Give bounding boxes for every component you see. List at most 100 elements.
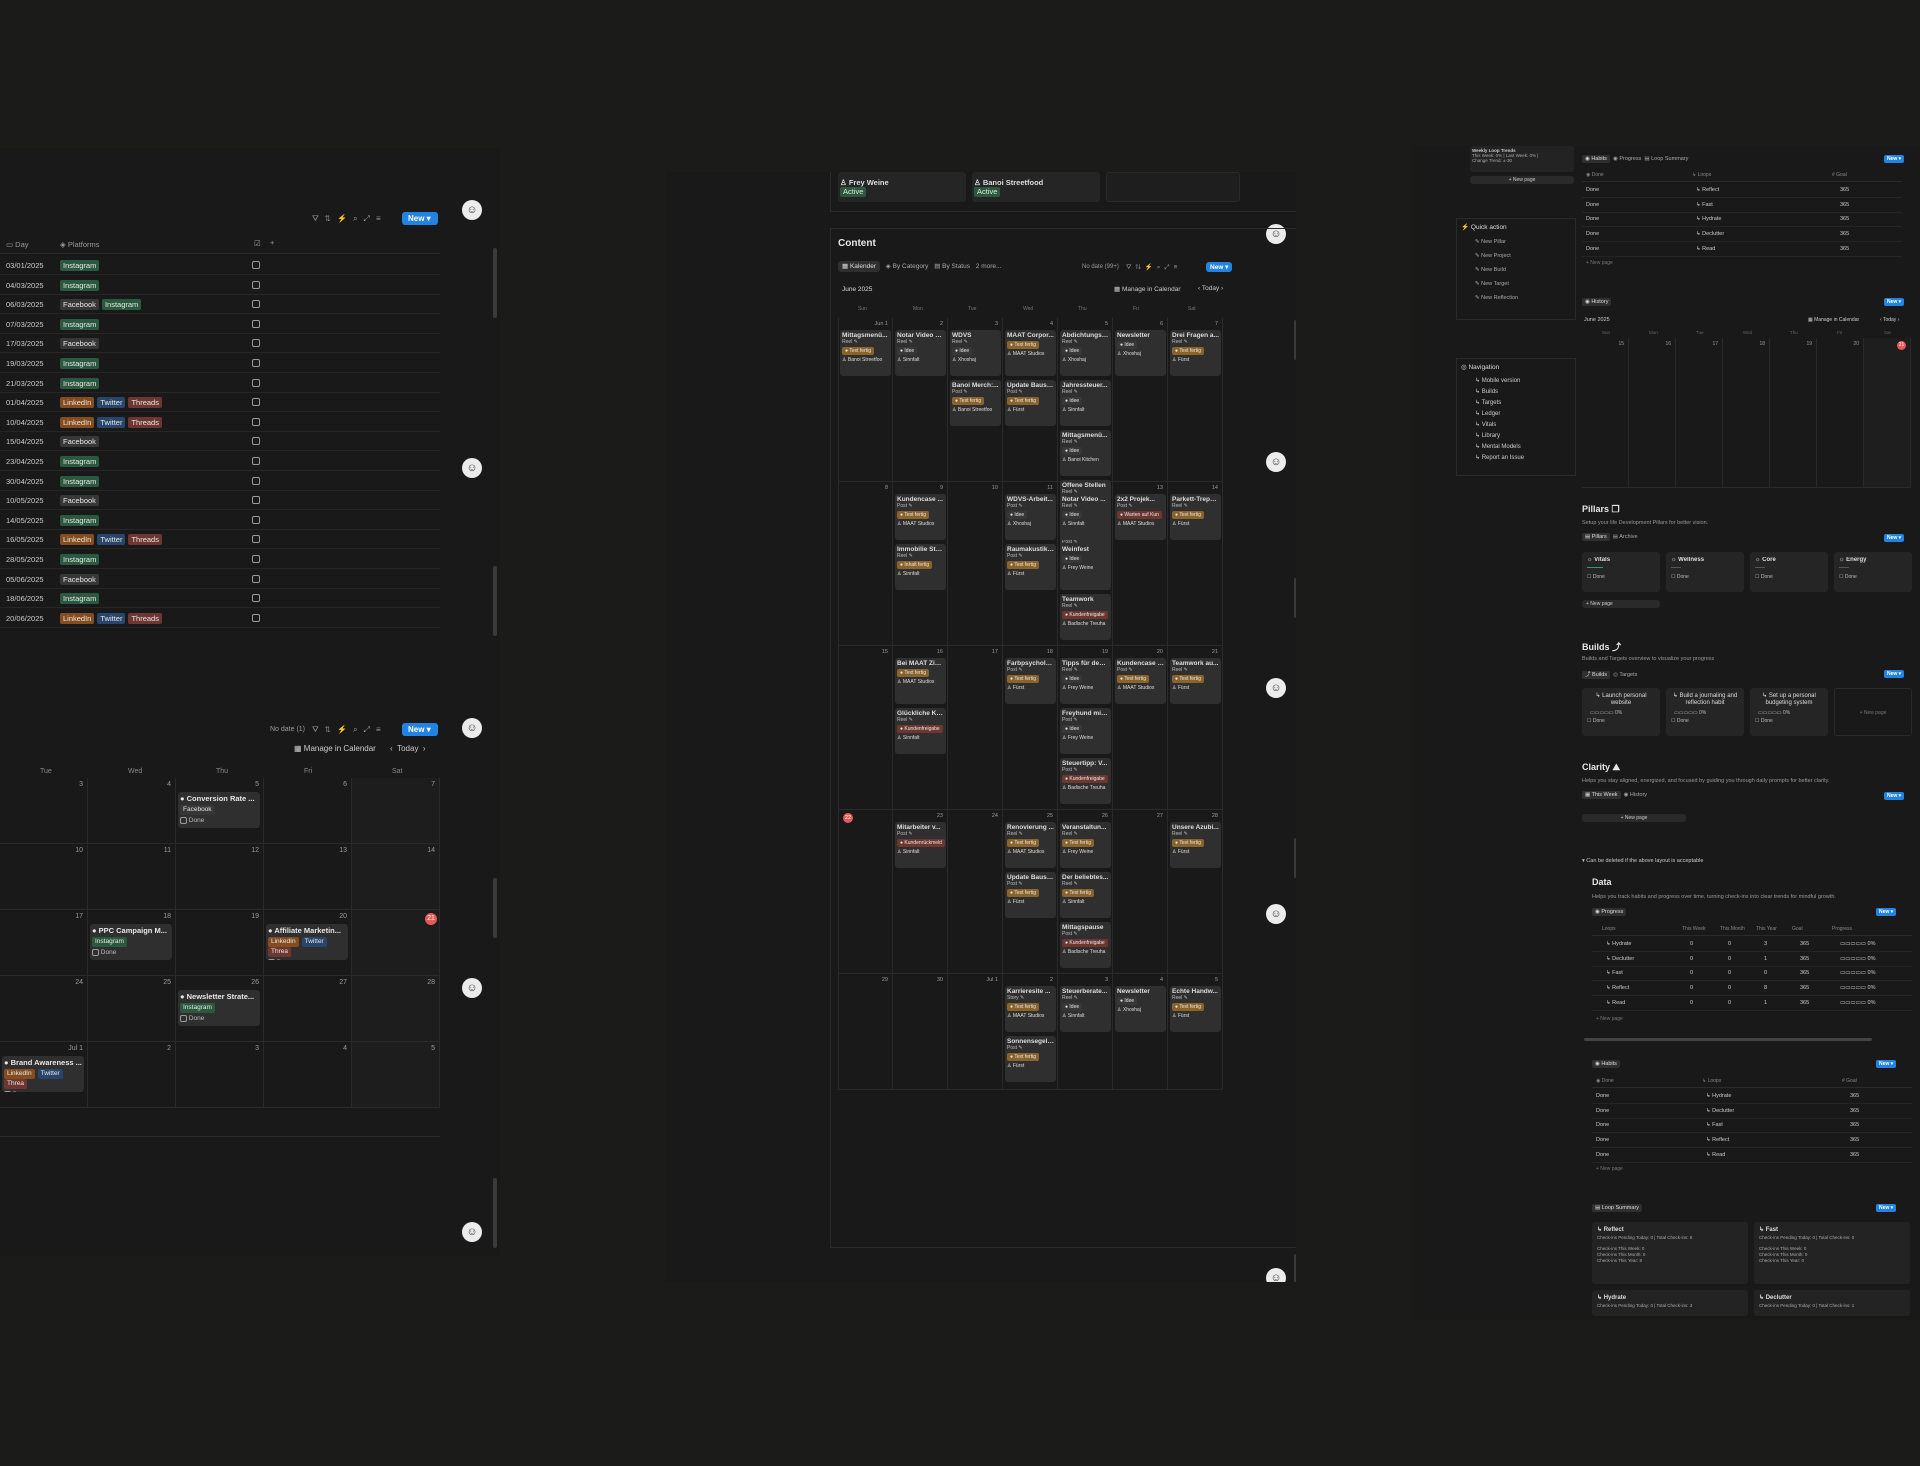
loop-summary-tab[interactable]: ▤ Loop Summary [1592, 1204, 1643, 1212]
calendar-day[interactable]: 30 [893, 974, 948, 1090]
tab-progress[interactable]: ◉ Progress [1611, 156, 1641, 162]
checkbox[interactable] [252, 535, 260, 544]
nav-item[interactable]: ↳ Report an Issue [1457, 452, 1575, 463]
content-card[interactable]: Teamwork au... Reel ✎ ● Text fertig ♙ Fürst [1170, 658, 1221, 704]
avatar-4[interactable]: ☺ [462, 978, 482, 998]
checkbox[interactable] [252, 280, 260, 289]
nav-item[interactable]: ↳ Ledger [1457, 408, 1575, 419]
loop-card[interactable]: ↳ Hydrate Check-ins Pending Today: 0 | To… [1592, 1290, 1748, 1316]
calendar-day[interactable]: 10 [0, 844, 88, 910]
tab-pillars[interactable]: ▤ Pillars [1582, 533, 1610, 541]
event-card[interactable]: ● Newsletter Strate... Instagram Done [178, 990, 260, 1026]
done-checkbox[interactable]: Done [268, 959, 346, 960]
calendar-day[interactable]: 14 [352, 844, 440, 910]
calendar-day[interactable]: 17 [0, 910, 88, 976]
checkbox[interactable] [252, 417, 260, 426]
table-row[interactable]: 16/05/2025 LinkedIn Twitter Threads [0, 530, 440, 550]
nav-item[interactable]: ↳ Builds [1457, 386, 1575, 397]
checkbox[interactable] [252, 319, 260, 328]
build-new-page[interactable]: + New page [1834, 688, 1912, 736]
content-card[interactable]: Immobilie Sta... Reel ✎ ● Inhalt fertig ♙ S… [895, 544, 946, 590]
pillar-card[interactable]: ☼ Core ☐ Done [1750, 552, 1828, 592]
checkbox[interactable] [252, 300, 260, 309]
content-card[interactable]: Weinfest ● Idee ♙ Frey Weine [1060, 544, 1111, 590]
pillar-card[interactable]: ☼ Vitals ☐ Done [1582, 552, 1660, 592]
toggle-block[interactable]: ▾ Can be deleted if the above layout is … [1582, 858, 1703, 864]
calendar-day[interactable]: 24 [0, 976, 88, 1042]
table-row[interactable]: 23/04/2025 Instagram [0, 452, 440, 471]
tab-kalender[interactable]: ▦ Kalender [838, 261, 880, 272]
tab-habits[interactable]: ◉ Habits [1582, 155, 1610, 163]
scrollbar-6[interactable] [1294, 578, 1296, 618]
project-card-banoi[interactable]: ♙ Banoi Streetfood Active [972, 172, 1100, 202]
calendar-day[interactable]: Jul 1 [948, 974, 1003, 1090]
checkbox[interactable] [180, 817, 187, 824]
nav-item[interactable]: ↳ Vitals [1457, 419, 1575, 430]
data-row[interactable]: ↳ Declutter 0 0 1 365 ▭▭▭▭▭ 0% [1592, 953, 1912, 967]
table-row[interactable]: 04/03/2025 Instagram [0, 276, 440, 295]
calendar-day[interactable]: 3 [0, 778, 88, 844]
new-button-loop[interactable]: New ▾ [1876, 1204, 1897, 1212]
habit-row[interactable]: Done ↳ Declutter 365 [1582, 228, 1902, 243]
habit-row[interactable]: Done ↳ Reflect 365 [1582, 184, 1902, 198]
habit-row[interactable]: Done ↳ Hydrate 365 [1592, 1090, 1912, 1104]
table-row[interactable]: 07/03/2025 Instagram [0, 315, 440, 334]
content-card[interactable]: Unsere Azubi... Reel ✎ ● Text fertig ♙ Fürs… [1170, 822, 1221, 868]
pillar-card[interactable]: ☼ Energy ☐ Done [1834, 552, 1912, 592]
calendar-day[interactable]: 19 [176, 910, 264, 976]
habit-row[interactable]: Done ↳ Fast 365 [1592, 1119, 1912, 1134]
calendar-day[interactable]: 22 [838, 810, 893, 974]
build-card[interactable]: ↳ Build a journaling and reflection habi… [1666, 688, 1744, 736]
table-row[interactable]: 21/03/2025 Instagram [0, 374, 440, 393]
checkbox[interactable] [252, 398, 260, 407]
loop-card[interactable]: ↳ Reflect Check-ins Pending Today: 0 | To… [1592, 1222, 1748, 1284]
data-row[interactable]: ↳ Hydrate 0 0 3 365 ▭▭▭▭▭ 0% [1592, 938, 1912, 952]
avatar-3[interactable]: ☺ [462, 718, 482, 738]
habit-row[interactable]: Done ↳ Read 365 [1592, 1149, 1912, 1163]
manage-calendar-button[interactable]: ▦ Manage in Calendar [294, 744, 376, 753]
history-manage[interactable]: ▦ Manage in Calendar [1808, 317, 1859, 323]
content-card[interactable]: Mittagspause Post ✎ ● Kundenfreigabe ♙ Badi… [1060, 922, 1111, 968]
checkbox[interactable] [4, 1091, 11, 1092]
event-card[interactable]: ● Conversion Rate ... Facebook Done [178, 792, 260, 828]
table-row[interactable]: 05/06/2025 Facebook [0, 570, 440, 589]
nav-item[interactable]: ↳ Targets [1457, 397, 1575, 408]
pillar-card[interactable]: ☼ Wellness ☐ Done [1666, 552, 1744, 592]
calendar-day[interactable]: 3 [176, 1042, 264, 1108]
content-card[interactable]: Echte Handw... Reel ✎ ● Text fertig ♙ Fürst [1170, 986, 1221, 1032]
calendar-day[interactable]: 2 [88, 1042, 176, 1108]
table-row[interactable]: 15/04/2025 Facebook [0, 432, 440, 452]
nav-item[interactable]: ↳ Mobile version [1457, 375, 1575, 386]
checkbox[interactable] [252, 476, 260, 485]
history-tab[interactable]: ◉ History [1582, 298, 1612, 306]
add-column-icon[interactable]: + [270, 238, 274, 247]
history-day[interactable]: 18 [1723, 338, 1770, 488]
history-nav[interactable]: ‹ Today › [1880, 317, 1899, 323]
table-row[interactable]: 10/04/2025 LinkedIn Twitter Threads [0, 413, 440, 432]
content-card[interactable]: Renovierung ... Reel ✎ ● Text fertig ♙ MAAT… [1005, 822, 1056, 868]
scrollbar-1[interactable] [493, 248, 497, 318]
horizontal-scrollbar[interactable] [1584, 1038, 1872, 1041]
checkbox[interactable] [180, 1015, 187, 1022]
content-card[interactable]: Parkett-Trepp... Reel ✎ ● Text fertig ♙ Für… [1170, 494, 1221, 540]
content-card[interactable]: MAAT Corpor... ● Text fertig ♙ MAAT Studio… [1005, 330, 1056, 376]
checkbox[interactable] [252, 515, 260, 524]
content-card[interactable]: Jahressteuer... Reel ✎ ● Idee ♙ Sinnfalt [1060, 380, 1111, 426]
history-day[interactable]: 21 [1864, 338, 1911, 488]
content-card[interactable]: Veranstaltun... Reel ✎ ● Text fertig ♙ Frey… [1060, 822, 1111, 868]
content-card[interactable]: 2x2 Projek... Post ✎ ● Warten auf Kun ♙ MAA… [1115, 494, 1166, 540]
content-card[interactable]: Newsletter ● Idee ♙ Xhoshaj [1115, 986, 1166, 1032]
calendar-day[interactable]: 6 [264, 778, 352, 844]
new-button-table[interactable]: New ▾ [402, 212, 438, 225]
calendar-day[interactable]: 28 [352, 976, 440, 1042]
checkbox[interactable] [92, 949, 99, 956]
table-row[interactable]: 19/03/2025 Instagram [0, 354, 440, 373]
event-card[interactable]: ● PPC Campaign M... Instagram Done [90, 924, 172, 960]
history-day[interactable]: 19 [1770, 338, 1817, 488]
habit-row[interactable]: Done ↳ Fast 365 [1582, 199, 1902, 213]
habit-row[interactable]: Done ↳ Read 365 [1582, 243, 1902, 257]
checkbox[interactable] [252, 359, 260, 367]
calendar-day[interactable]: 4 [264, 1042, 352, 1108]
build-card[interactable]: ↳ Set up a personal budgeting system ▭▭▭▭… [1750, 688, 1828, 736]
content-card[interactable]: WDVS-Arbeit... Post ✎ ● Idee ♙ Xhoshaj [1005, 494, 1056, 540]
